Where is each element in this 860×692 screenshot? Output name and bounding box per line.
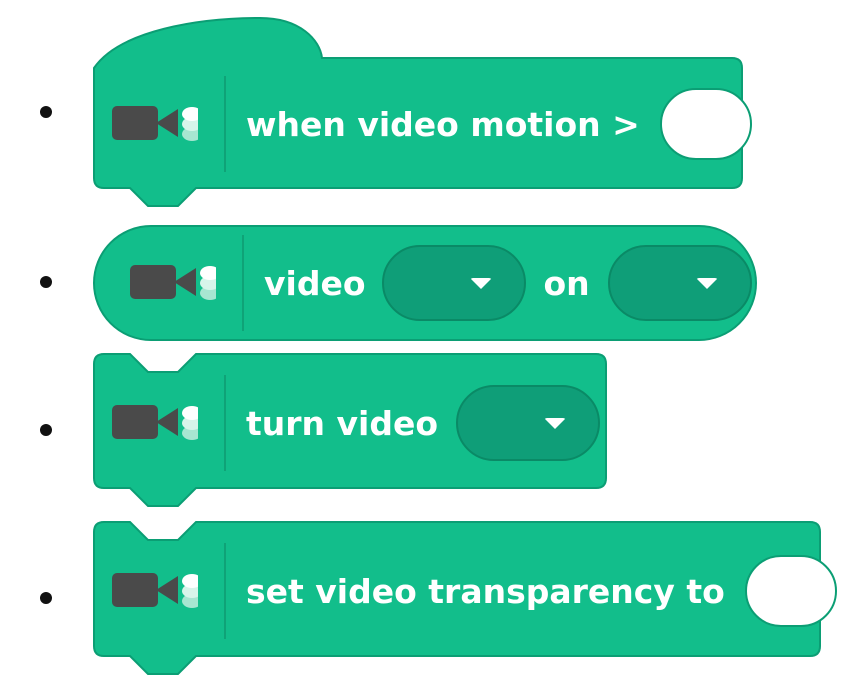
block-label: set video transparency to [246,571,725,611]
block-list: when video motion > video on turn video … [0,0,860,692]
number-input[interactable] [744,555,837,627]
block-divider [224,543,226,639]
video-camera-icon [110,561,198,621]
set-video-transparency-content: set video transparency to [110,541,837,641]
